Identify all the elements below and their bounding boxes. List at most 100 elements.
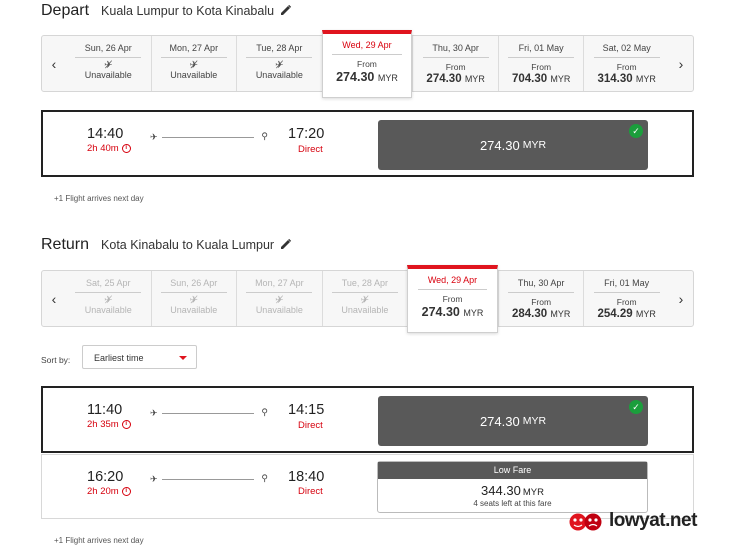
location-pin-icon: ⚲ [261, 473, 268, 483]
date-label: Sun, 26 Apr [84, 43, 132, 53]
unavailable-text: Unavailable [84, 70, 132, 80]
flight-duration: 2h 40m i [87, 143, 131, 154]
flight-path: ✈ ⚲ [150, 407, 268, 418]
arrive-time: 17:20 [288, 126, 325, 142]
plane-crossed-icon: ✈̸ [360, 295, 370, 306]
depart-time: 16:20 [87, 469, 124, 485]
chevron-left-icon[interactable]: ‹ [42, 271, 66, 326]
chevron-right-icon[interactable]: › [669, 271, 693, 326]
plane-crossed-icon: ✈̸ [104, 295, 113, 306]
info-icon[interactable]: i [121, 487, 131, 496]
date-label: Tue, 28 Apr [341, 278, 388, 288]
from-label: From [531, 62, 552, 72]
date-price: 274.30 MYR [421, 305, 484, 319]
sort-dropdown[interactable]: Earliest time [82, 345, 197, 369]
low-fare-button[interactable]: Low Fare 344.30 MYR 4 seats left at this … [377, 461, 648, 513]
unavailable-text: Unavailable [84, 305, 132, 315]
date-label: Fri, 01 May [518, 43, 564, 53]
seats-left-note: 4 seats left at this fare [473, 499, 552, 508]
location-pin-icon: ⚲ [261, 131, 268, 141]
date-price: 274.30 MYR [426, 73, 485, 85]
depart-date-cell: Sun, 26 Apr ✈̸ Unavailable [66, 36, 151, 91]
depart-date-cell[interactable]: Thu, 30 Apr From 274.30 MYR [412, 36, 498, 91]
sort-by-label: Sort by: [41, 355, 71, 365]
lowyat-mascot-icon [569, 513, 602, 531]
stops-label: Direct [298, 144, 323, 155]
date-price: 254.29 MYR [597, 308, 656, 320]
date-label: Fri, 01 May [604, 278, 650, 288]
depart-date-strip: ‹ Sun, 26 Apr ✈̸ Unavailable Mon, 27 Apr… [41, 30, 694, 98]
return-route: Kota Kinabalu to Kuala Lumpur [101, 238, 275, 252]
chevron-right-icon[interactable]: › [669, 36, 693, 91]
return-heading: Return Kota Kinabalu to Kuala Lumpur [41, 236, 292, 254]
plane-crossed-icon: ✈̸ [189, 295, 198, 306]
flight-path: ✈ ⚲ [150, 131, 268, 142]
return-label: Return [41, 236, 90, 253]
chevron-left-icon[interactable]: ‹ [42, 36, 66, 91]
from-label: From [445, 62, 466, 72]
fare-price-button[interactable]: 274.30 MYR ✓ [378, 120, 648, 170]
date-price: 314.30 MYR [597, 73, 656, 85]
depart-flight-card[interactable]: 14:40 2h 40m i ✈ ⚲ 17:20 Direct 274.30 MYR… [41, 110, 694, 177]
watermark-logo: lowyat.net [568, 510, 697, 532]
depart-date-cell[interactable]: Sat, 02 May From 314.30 MYR [583, 36, 669, 91]
next-day-note: +1 Flight arrives next day [54, 536, 144, 545]
date-label: Thu, 30 Apr [517, 278, 565, 288]
date-price: 284.30 MYR [511, 308, 571, 320]
date-label: Mon, 27 Apr [255, 278, 304, 288]
plane-crossed-icon: ✈̸ [104, 60, 113, 71]
unavailable-text: Unavailable [341, 305, 389, 315]
from-label: From [531, 297, 552, 307]
arrive-time: 14:15 [288, 402, 325, 418]
fare-price-button[interactable]: 274.30 MYR ✓ [378, 396, 648, 446]
flight-path: ✈ ⚲ [150, 473, 268, 484]
unavailable-text: Unavailable [170, 70, 218, 80]
info-icon[interactable]: i [121, 144, 131, 153]
plane-crossed-icon: ✈̸ [189, 60, 198, 71]
pencil-icon[interactable] [280, 4, 292, 16]
flight-duration: 2h 20m i [87, 486, 131, 497]
plane-icon: ✈ [150, 132, 158, 142]
depart-date-cell: Mon, 27 Apr ✈̸ Unavailable [150, 36, 237, 91]
unavailable-text: Unavailable [255, 70, 303, 80]
return-date-cell: Sat, 25 Apr ✈̸ Unavailable [66, 271, 151, 326]
date-price: 704.30 MYR [511, 73, 571, 85]
return-date-cell-selected[interactable]: Wed, 29 Apr From 274.30 MYR [407, 265, 498, 333]
date-label: Thu, 30 Apr [432, 43, 479, 53]
caret-down-icon [179, 356, 187, 360]
depart-date-cell-selected[interactable]: Wed, 29 Apr From 274.30 MYR [321, 30, 413, 98]
date-label: Wed, 29 Apr [427, 275, 478, 285]
date-label: Sat, 02 May [602, 43, 651, 53]
return-flight-card[interactable]: 11:40 2h 35m i ✈ ⚲ 14:15 Direct 274.30 MYR… [41, 386, 694, 453]
plane-crossed-icon: ✈̸ [275, 60, 284, 71]
from-label: From [357, 59, 377, 69]
unavailable-text: Unavailable [170, 305, 218, 315]
date-label: Wed, 29 Apr [342, 40, 392, 50]
depart-route: Kuala Lumpur to Kota Kinabalu [101, 4, 275, 18]
depart-time: 14:40 [87, 126, 124, 142]
unavailable-text: Unavailable [255, 305, 303, 315]
fare-price: 344.30 MYR [481, 483, 544, 498]
from-label: From [616, 62, 637, 72]
from-label: From [442, 294, 463, 304]
return-date-cell: Mon, 27 Apr ✈̸ Unavailable [236, 271, 322, 326]
depart-time: 11:40 [87, 402, 123, 418]
depart-date-cell[interactable]: Fri, 01 May From 704.30 MYR [497, 36, 584, 91]
depart-heading: Depart Kuala Lumpur to Kota Kinabalu [41, 2, 292, 20]
next-day-note: +1 Flight arrives next day [54, 194, 144, 203]
flight-duration: 2h 35m i [87, 419, 131, 430]
stops-label: Direct [298, 420, 323, 431]
depart-date-cell: Tue, 28 Apr ✈̸ Unavailable [236, 36, 322, 91]
plane-icon: ✈ [150, 474, 158, 484]
date-price: 274.30 MYR [336, 70, 398, 84]
date-label: Sun, 26 Apr [170, 278, 218, 288]
checkmark-icon: ✓ [629, 400, 643, 414]
fare-type-label: Low Fare [378, 462, 647, 479]
pencil-icon[interactable] [280, 238, 292, 250]
stops-label: Direct [298, 486, 323, 497]
return-date-cell[interactable]: Fri, 01 May From 254.29 MYR [583, 271, 669, 326]
plane-crossed-icon: ✈̸ [275, 295, 284, 306]
depart-label: Depart [41, 2, 90, 19]
return-date-cell[interactable]: Thu, 30 Apr From 284.30 MYR [497, 271, 584, 326]
info-icon[interactable]: i [121, 420, 131, 429]
